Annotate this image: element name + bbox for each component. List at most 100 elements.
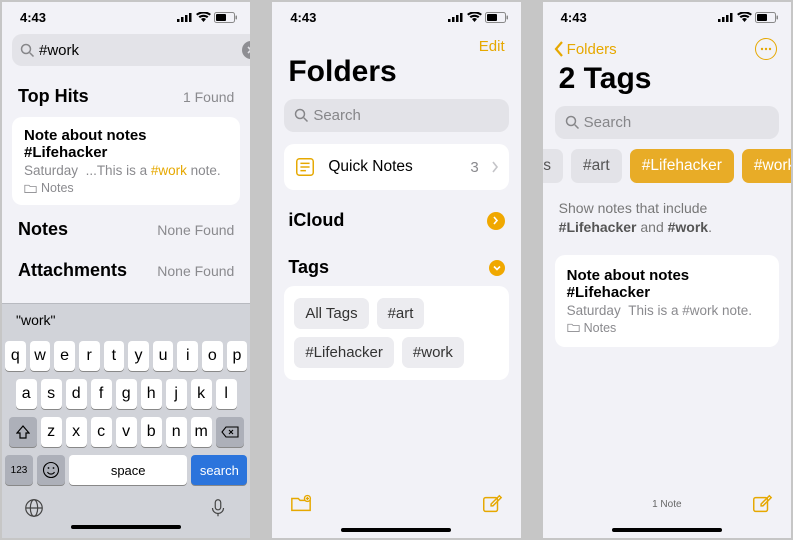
status-time: 4:43 (290, 10, 316, 25)
search-input[interactable] (309, 107, 516, 124)
home-indicator[interactable] (341, 528, 451, 532)
globe-icon[interactable] (23, 497, 45, 519)
tag-filter-chip[interactable]: #art (571, 149, 622, 183)
key-e[interactable]: e (54, 341, 75, 371)
chevron-left-icon (553, 41, 565, 57)
note-card[interactable]: Note about notes #Lifehacker Saturday Th… (555, 255, 779, 347)
wifi-icon (196, 12, 211, 23)
keyboard: qwertyuiop asdfghjkl zxcvbnm 123 space s… (2, 336, 250, 538)
home-indicator[interactable] (71, 525, 181, 529)
bottom-toolbar: 1 Note (543, 490, 791, 524)
shift-key[interactable] (9, 417, 37, 447)
numbers-key[interactable]: 123 (5, 455, 33, 485)
search-field[interactable] (12, 34, 250, 66)
screen-folders: 4:43 Edit Folders Quick Notes 3 iCloud T… (272, 2, 520, 538)
tag-filter-chip[interactable]: #work (742, 149, 791, 183)
key-w[interactable]: w (30, 341, 51, 371)
tag-filter-chip[interactable]: #Lifehacker (630, 149, 734, 183)
status-time: 4:43 (20, 10, 46, 25)
key-h[interactable]: h (141, 379, 162, 409)
key-x[interactable]: x (66, 417, 87, 447)
attachments-section-count: None Found (157, 263, 234, 279)
back-button[interactable]: Folders (553, 41, 617, 58)
signal-icon (718, 12, 734, 22)
delete-key[interactable] (216, 417, 244, 447)
notes-section-count: None Found (157, 222, 234, 238)
key-o[interactable]: o (202, 341, 223, 371)
close-icon (247, 46, 250, 54)
emoji-key[interactable] (37, 455, 65, 485)
compose-icon[interactable] (751, 493, 773, 515)
key-i[interactable]: i (177, 341, 198, 371)
space-key[interactable]: space (69, 455, 187, 485)
key-y[interactable]: y (128, 341, 149, 371)
key-d[interactable]: d (66, 379, 87, 409)
nav-bar: Folders (543, 28, 791, 62)
search-key[interactable]: search (191, 455, 247, 485)
key-z[interactable]: z (41, 417, 62, 447)
compose-icon[interactable] (481, 493, 503, 515)
emoji-icon (42, 461, 60, 479)
edit-button[interactable]: Edit (479, 38, 505, 55)
account-row[interactable]: iCloud (272, 190, 520, 239)
wifi-icon (737, 12, 752, 23)
key-l[interactable]: l (216, 379, 237, 409)
note-count: 1 Note (652, 499, 681, 510)
key-c[interactable]: c (91, 417, 112, 447)
new-folder-icon[interactable] (290, 493, 312, 515)
tag-chip[interactable]: All Tags (294, 298, 368, 329)
tag-chip[interactable]: #work (402, 337, 464, 368)
screen-search: 4:43 Cancel Top Hits 1 Found Note about … (2, 2, 250, 538)
search-result-card[interactable]: Note about notes #Lifehacker Saturday ..… (12, 117, 240, 205)
tag-filter-chip[interactable]: gs (543, 149, 563, 183)
quick-notes-count: 3 (470, 159, 478, 176)
delete-icon (221, 426, 239, 438)
key-u[interactable]: u (153, 341, 174, 371)
key-m[interactable]: m (191, 417, 212, 447)
tags-header-row[interactable]: Tags (272, 239, 520, 286)
search-field[interactable] (555, 106, 779, 139)
key-s[interactable]: s (41, 379, 62, 409)
tag-filter-strip[interactable]: gs#art#Lifehacker#work (543, 139, 791, 183)
signal-icon (177, 12, 193, 22)
attachments-section-title: Attachments (18, 260, 127, 281)
result-snippet: Saturday ...This is a #work note. (24, 163, 228, 178)
screen-tags: 4:43 Folders 2 Tags gs#art#Lifehacker#wo… (543, 2, 791, 538)
folder-icon (567, 322, 580, 333)
home-indicator[interactable] (612, 528, 722, 532)
tag-chip[interactable]: #Lifehacker (294, 337, 394, 368)
key-p[interactable]: p (227, 341, 248, 371)
key-q[interactable]: q (5, 341, 26, 371)
search-icon (20, 43, 35, 58)
key-a[interactable]: a (16, 379, 37, 409)
key-r[interactable]: r (79, 341, 100, 371)
more-button[interactable] (755, 38, 777, 60)
key-g[interactable]: g (116, 379, 137, 409)
quick-notes-row[interactable]: Quick Notes 3 (284, 144, 508, 190)
search-field[interactable] (284, 99, 508, 132)
key-v[interactable]: v (116, 417, 137, 447)
tag-chip[interactable]: #art (377, 298, 425, 329)
key-t[interactable]: t (104, 341, 125, 371)
key-f[interactable]: f (91, 379, 112, 409)
signal-icon (448, 12, 464, 22)
bottom-toolbar (272, 490, 520, 524)
key-b[interactable]: b (141, 417, 162, 447)
keyboard-suggestion-bar[interactable]: "work" (2, 303, 250, 336)
chevron-right-icon (491, 161, 499, 173)
key-j[interactable]: j (166, 379, 187, 409)
status-icons (448, 12, 509, 23)
status-icons (177, 12, 238, 23)
page-title: 2 Tags (543, 62, 791, 106)
note-snippet: Saturday This is a #work note. (567, 303, 767, 318)
suggestion-text: "work" (16, 312, 56, 328)
key-n[interactable]: n (166, 417, 187, 447)
search-input[interactable] (580, 114, 787, 131)
clear-search-button[interactable] (242, 41, 250, 59)
top-hits-header: Top Hits 1 Found (2, 74, 250, 115)
status-icons (718, 12, 779, 23)
search-input[interactable] (35, 42, 242, 59)
status-time: 4:43 (561, 10, 587, 25)
key-k[interactable]: k (191, 379, 212, 409)
mic-icon[interactable] (207, 497, 229, 519)
